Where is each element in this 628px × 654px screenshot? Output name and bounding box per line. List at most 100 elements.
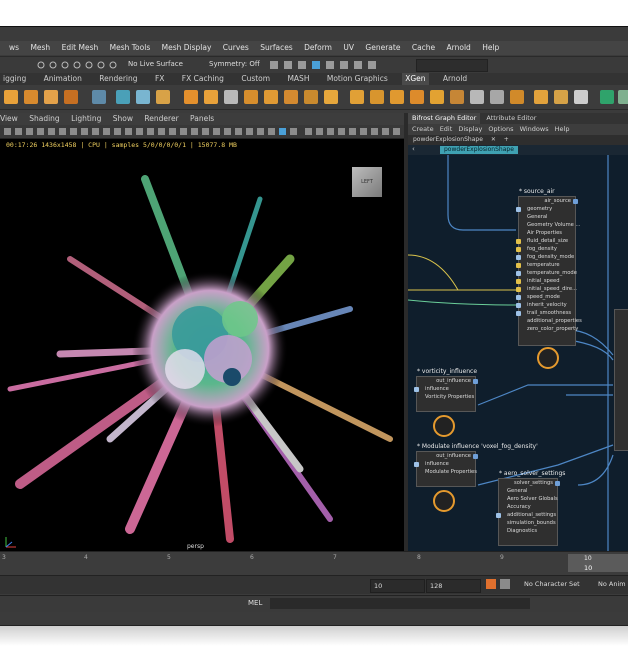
menu-item[interactable]: UV — [343, 41, 354, 55]
curve-node-icon[interactable] — [184, 90, 198, 104]
viewport-menu-item[interactable]: Renderer — [144, 113, 178, 125]
node-input-port[interactable]: influence — [414, 385, 475, 393]
character-set-dropdown[interactable]: No Character Set — [524, 580, 580, 588]
render-icon[interactable] — [618, 90, 628, 104]
node-input-port[interactable]: fog_density — [516, 245, 575, 253]
node-modulate-influence[interactable]: * Modulate influence 'voxel_fog_density'… — [414, 443, 538, 512]
node-output-port[interactable]: out_influence — [417, 452, 478, 460]
viewport-menu-item[interactable]: Panels — [190, 113, 214, 125]
dynamics-icon[interactable] — [224, 90, 238, 104]
time-slider[interactable]: 3 4 5 6 7 8 9 10 10 — [0, 551, 628, 576]
color-icon[interactable] — [244, 90, 258, 104]
node-section[interactable]: Vorticity Properties — [417, 393, 475, 401]
node-section[interactable]: zero_color_property — [519, 325, 578, 333]
current-frame-marker[interactable]: 10 10 — [568, 554, 628, 572]
node-input-port[interactable]: speed_mode — [516, 293, 575, 301]
pen-icon[interactable] — [534, 90, 548, 104]
node-section[interactable]: Aero Solver Globals — [499, 495, 558, 503]
shelf-tab[interactable]: Animation — [41, 73, 85, 85]
node-section[interactable]: Geometry Volume ... — [519, 221, 580, 229]
menu-item[interactable]: Mesh — [30, 41, 50, 55]
menu-item[interactable]: Deform — [304, 41, 332, 55]
menu-item[interactable]: Arnold — [447, 41, 471, 55]
orient-icon[interactable] — [204, 90, 218, 104]
grid-icon[interactable] — [92, 90, 106, 104]
render-tools-icons[interactable] — [268, 60, 408, 70]
range-start-field[interactable]: 10 — [370, 579, 425, 593]
node-output-port[interactable]: out_influence — [417, 377, 478, 385]
menu-item[interactable]: Help — [482, 41, 499, 55]
node-output-port[interactable]: air_source — [519, 197, 578, 205]
viewport-menu-item[interactable]: Shading — [29, 113, 59, 125]
viewport-menu-item[interactable]: View — [0, 113, 18, 125]
menu-item[interactable]: Surfaces — [260, 41, 292, 55]
fracture-icon[interactable] — [350, 90, 364, 104]
menu-item[interactable]: Edit Mesh — [62, 41, 99, 55]
menu-item[interactable]: ws — [9, 41, 19, 55]
user-dropdown[interactable] — [416, 59, 488, 72]
preferences-icon[interactable] — [500, 579, 510, 589]
star-icon[interactable] — [4, 90, 18, 104]
script-language-label[interactable]: MEL — [248, 599, 262, 607]
curve-tool-icon[interactable] — [24, 90, 38, 104]
back-arrow-icon[interactable]: ‹ — [412, 145, 415, 153]
live-surface-label[interactable]: No Live Surface — [128, 60, 183, 68]
viewport-menu-item[interactable]: Show — [113, 113, 133, 125]
viewport-menu-item[interactable]: Lighting — [71, 113, 101, 125]
shelf-tab[interactable]: FX — [152, 73, 167, 85]
menu-item[interactable]: Cache — [412, 41, 435, 55]
distribute-icon[interactable] — [116, 90, 130, 104]
close-icon[interactable]: ✕ — [491, 136, 496, 143]
node-input-port[interactable]: fluid_detail_size — [516, 237, 575, 245]
node-input-port[interactable]: initial_speed — [516, 277, 575, 285]
range-end-field[interactable]: 128 — [426, 579, 481, 593]
viewcube[interactable]: LEFT — [352, 167, 382, 197]
shelf-tab[interactable]: Motion Graphics — [324, 73, 391, 85]
node-section[interactable]: additional_properties — [519, 317, 582, 325]
node-vorticity-influence[interactable]: * vorticity_influence out_influence infl… — [414, 368, 478, 437]
mesh-icon[interactable] — [450, 90, 464, 104]
node-source-air[interactable]: * source_air air_source geometry General… — [516, 188, 582, 369]
auto-key-icon[interactable] — [486, 579, 496, 589]
node-section[interactable]: General — [499, 487, 557, 495]
node-section[interactable]: General — [519, 213, 575, 221]
breadcrumb[interactable]: powderExplosionShape — [440, 146, 518, 154]
placer-icon[interactable] — [370, 90, 384, 104]
node-section[interactable]: Diagnostics — [499, 527, 557, 535]
shelf-tab[interactable]: Arnold — [440, 73, 470, 85]
node-input-port[interactable]: geometry — [516, 205, 575, 213]
snap-tools-icons[interactable] — [36, 60, 121, 70]
menu-item[interactable]: Mesh Display — [162, 41, 212, 55]
node-aero-solver-settings[interactable]: * aero_solver_settings solver_settings G… — [496, 470, 565, 546]
node-partial-offscreen[interactable] — [614, 309, 628, 451]
node-section[interactable]: simulation_bounds — [499, 519, 557, 527]
symmetry-dropdown[interactable]: Symmetry: Off — [209, 60, 260, 68]
node-section[interactable]: Modulate Properties — [417, 468, 477, 476]
menu-item[interactable]: Curves — [223, 41, 249, 55]
node-output-port[interactable]: solver_settings — [499, 479, 560, 487]
target-icon[interactable] — [430, 90, 444, 104]
anim-layer-dropdown[interactable]: No Anim — [598, 580, 626, 588]
bifrost-menu-item[interactable]: Display — [458, 124, 482, 135]
cache-icon[interactable] — [136, 90, 150, 104]
merge-icon[interactable] — [264, 90, 278, 104]
bifrost-menu-item[interactable]: Options — [488, 124, 513, 135]
node-input-port[interactable]: inherit_velocity — [516, 301, 575, 309]
bifrost-menu-item[interactable]: Create — [412, 124, 434, 135]
bifrost-menu-item[interactable]: Help — [555, 124, 570, 135]
ring-icon[interactable] — [490, 90, 504, 104]
node-input-port[interactable]: influence — [414, 460, 475, 468]
menu-item[interactable]: Mesh Tools — [110, 41, 151, 55]
anchor-icon[interactable] — [574, 90, 588, 104]
grid-orange-icon[interactable] — [510, 90, 524, 104]
shelf-tab[interactable]: igging — [0, 73, 29, 85]
node-input-port[interactable]: fog_density_mode — [516, 253, 575, 261]
node-input-port[interactable]: temperature_mode — [516, 269, 577, 277]
explode-icon[interactable] — [410, 90, 424, 104]
tab-bifrost-graph-editor[interactable]: Bifrost Graph Editor — [408, 113, 481, 124]
node-input-port[interactable]: additional_settings — [496, 511, 557, 519]
command-input[interactable] — [270, 598, 530, 609]
random-icon[interactable] — [156, 90, 170, 104]
signal-icon[interactable] — [284, 90, 298, 104]
ruler-icon[interactable] — [554, 90, 568, 104]
